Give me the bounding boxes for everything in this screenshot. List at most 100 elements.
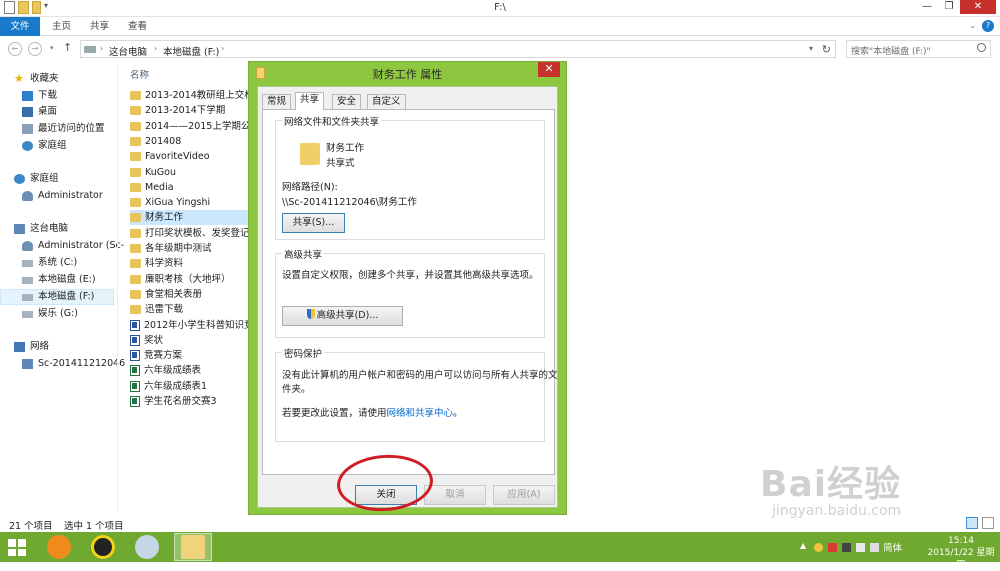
network-tray-icon[interactable]: [856, 543, 865, 552]
taskbar-app-qq[interactable]: [84, 533, 122, 561]
folder-row[interactable]: FavoriteVideo: [130, 149, 210, 164]
tab-customize[interactable]: 自定义: [367, 94, 406, 109]
apply-button[interactable]: 应用(A): [493, 485, 555, 505]
details-view-icon[interactable]: [966, 517, 978, 529]
large-icons-view-icon[interactable]: [982, 517, 994, 529]
start-button[interactable]: [8, 539, 26, 556]
minimize-button[interactable]: —: [916, 0, 938, 14]
nav-homegroup[interactable]: 家庭组: [14, 171, 59, 187]
tab-sharing[interactable]: 共享: [295, 92, 325, 110]
file-name: 食堂相关表册: [145, 288, 203, 300]
word-document-icon: [130, 350, 140, 362]
breadcrumb-drive-f[interactable]: 本地磁盘 (F:): [163, 44, 219, 58]
ime-indicator[interactable]: 简体: [883, 540, 902, 554]
file-name: 奖状: [144, 334, 164, 346]
qq-tray-penguin-icon[interactable]: [842, 543, 851, 552]
folder-row[interactable]: 打印奖状模板、发奖登记: [130, 226, 250, 241]
nav-recent-places[interactable]: 最近访问的位置: [22, 121, 105, 137]
folder-row[interactable]: 2014——2015上学期公开: [130, 119, 260, 134]
folder-row[interactable]: KuGou: [130, 165, 176, 180]
up-button[interactable]: ↑: [63, 41, 72, 54]
address-bar[interactable]: › 这台电脑 › 本地磁盘 (F:) › ▾ ↻: [80, 40, 836, 58]
drive-icon: [22, 293, 33, 301]
taskbar-app-paint[interactable]: [128, 533, 166, 561]
folder-row[interactable]: XiGua Yingshi: [130, 195, 210, 210]
file-row[interactable]: 六年级成绩表1: [130, 379, 207, 394]
qq-tray-icon[interactable]: [814, 543, 823, 552]
taskbar-app-browser[interactable]: [40, 533, 78, 561]
advanced-sharing-button[interactable]: 高级共享(D)...: [282, 306, 403, 326]
breadcrumb-this-pc[interactable]: 这台电脑: [109, 44, 147, 58]
file-row[interactable]: 六年级成绩表: [130, 363, 201, 378]
crumb-separator-icon[interactable]: ›: [100, 44, 103, 53]
file-name: 六年级成绩表: [144, 365, 202, 377]
column-header-name[interactable]: 名称: [130, 67, 149, 81]
nav-network-computer[interactable]: Sc-201411212046: [22, 356, 125, 372]
nav-desktop[interactable]: 桌面: [22, 104, 57, 120]
folder-row[interactable]: 2013-2014教研组上交材料: [130, 88, 263, 103]
nav-fav-homegroup[interactable]: 家庭组: [22, 138, 67, 154]
pane-splitter[interactable]: [117, 62, 118, 512]
search-box[interactable]: 搜索"本地磁盘 (F:)": [846, 40, 991, 58]
forward-button[interactable]: →: [28, 42, 42, 56]
network-sharing-group: 网络文件和文件夹共享 财务工作 共享式 网络路径(N): \\Sc-201411…: [275, 114, 545, 240]
show-hidden-icons-icon[interactable]: ▲: [800, 541, 809, 550]
tab-share[interactable]: 共享: [80, 17, 119, 36]
dialog-close-icon[interactable]: ✕: [538, 62, 560, 77]
folder-row[interactable]: 201408: [130, 134, 181, 149]
file-name: 六年级成绩表1: [144, 380, 208, 392]
nav-favorites[interactable]: ★ 收藏夹: [14, 71, 59, 87]
folder-row[interactable]: 2013-2014下学期: [130, 103, 225, 118]
nav-homegroup-user[interactable]: Administrator: [22, 188, 103, 204]
file-row[interactable]: 竞赛方案: [130, 348, 182, 363]
navigation-pane: ★ 收藏夹 下载 桌面 最近访问的位置 家庭组 家庭组 Administrato…: [0, 62, 125, 512]
folder-row[interactable]: 食堂相关表册: [130, 287, 202, 302]
file-row[interactable]: 2012年小学生科普知识竞赛: [130, 318, 263, 333]
recent-dropdown-icon[interactable]: ▾: [50, 44, 54, 52]
title-bar: ▾ F:\ — ❐ ✕: [0, 0, 1000, 17]
sharing-panel: 网络文件和文件夹共享 财务工作 共享式 网络路径(N): \\Sc-201411…: [262, 109, 558, 475]
refresh-icon[interactable]: ↻: [822, 43, 831, 56]
nav-drive-e[interactable]: 本地磁盘 (E:): [22, 272, 96, 288]
close-window-button[interactable]: ✕: [960, 0, 996, 14]
tab-file[interactable]: 文件: [0, 17, 40, 36]
nav-drive-f[interactable]: 本地磁盘 (F:): [0, 289, 114, 305]
crumb-separator-icon[interactable]: ›: [154, 44, 157, 53]
nav-drive-c[interactable]: 系统 (C:): [22, 255, 77, 271]
tab-general[interactable]: 常规: [262, 94, 292, 109]
group-label: 密码保护: [282, 346, 325, 360]
network-sharing-center-link[interactable]: 网络和共享中心: [387, 408, 454, 419]
folder-row[interactable]: 迅雷下载: [130, 302, 183, 317]
file-row[interactable]: 学生花名册交赛3: [130, 394, 217, 409]
folder-row[interactable]: 廉职考核（大地坪）: [130, 272, 231, 287]
help-icon[interactable]: ?: [982, 20, 994, 32]
tab-home[interactable]: 主页: [42, 17, 81, 36]
folder-icon: [130, 198, 141, 208]
hint-text: 。: [453, 408, 463, 419]
nav-drive-g[interactable]: 娱乐 (G:): [22, 306, 78, 322]
file-row[interactable]: 奖状: [130, 333, 163, 348]
cancel-button[interactable]: 取消: [424, 485, 486, 505]
nav-downloads[interactable]: 下载: [22, 88, 57, 104]
folder-row[interactable]: 财务工作: [130, 210, 250, 226]
folder-row[interactable]: Media: [130, 180, 174, 195]
taskbar-app-explorer[interactable]: [174, 533, 212, 561]
nav-label: Sc-201411212046: [38, 358, 126, 369]
back-button[interactable]: ←: [8, 42, 22, 56]
file-name: 201408: [145, 135, 182, 147]
flag-icon[interactable]: [828, 543, 837, 552]
volume-icon[interactable]: [870, 543, 879, 552]
address-dropdown-icon[interactable]: ▾: [809, 44, 813, 53]
tab-security[interactable]: 安全: [332, 94, 362, 109]
nav-pc-user[interactable]: Administrator (Sc-: [22, 238, 124, 254]
restore-button[interactable]: ❐: [938, 0, 960, 14]
share-button[interactable]: 共享(S)...: [282, 213, 345, 233]
folder-row[interactable]: 科学资料: [130, 256, 183, 271]
folder-row[interactable]: 各年级期中测试: [130, 241, 212, 256]
nav-this-pc[interactable]: 这台电脑: [14, 221, 68, 237]
expand-ribbon-icon[interactable]: ⌄: [969, 21, 976, 30]
crumb-separator-icon[interactable]: ›: [221, 44, 224, 53]
tab-view[interactable]: 查看: [118, 17, 157, 36]
nav-network[interactable]: 网络: [14, 339, 49, 355]
clock[interactable]: 15:14 2015/1/22 星期四: [925, 535, 997, 571]
